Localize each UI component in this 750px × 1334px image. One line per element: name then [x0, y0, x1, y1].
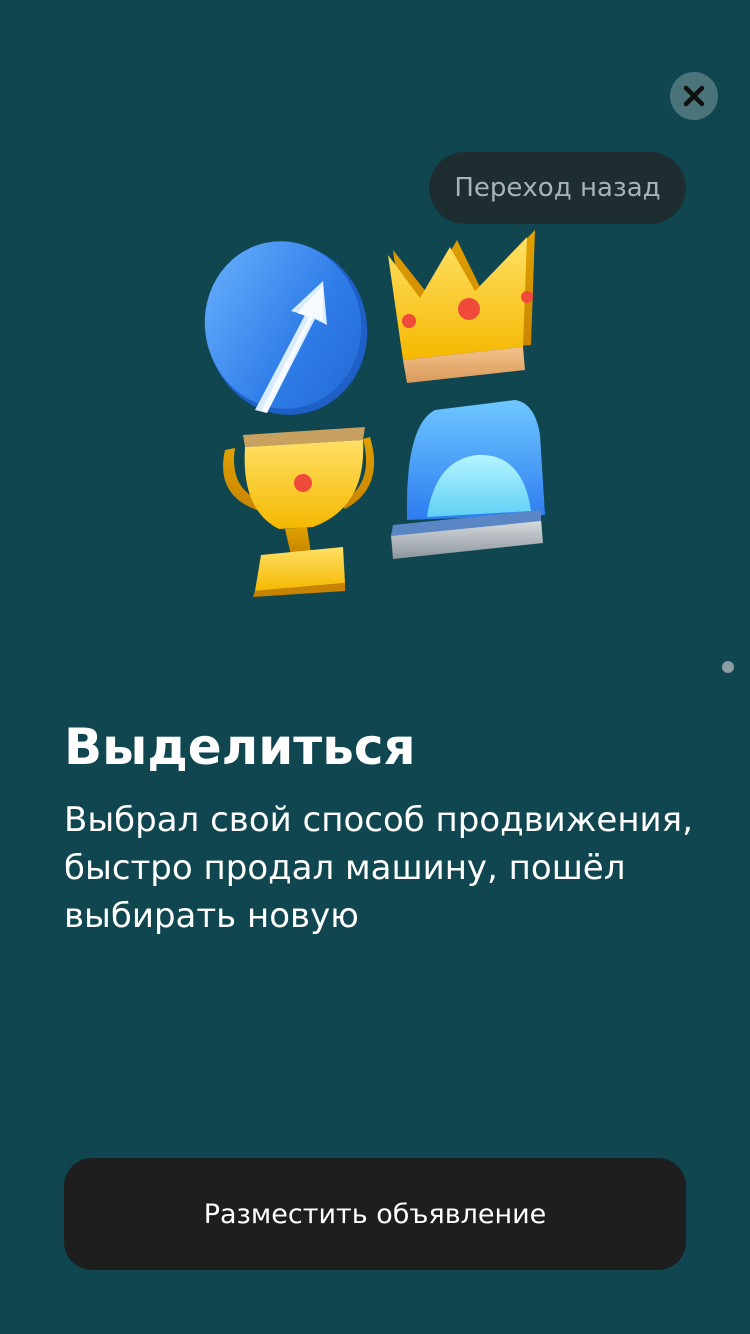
pager-indicator — [722, 661, 734, 673]
promotion-illustration — [204, 230, 545, 597]
page-description: Выбрал свой способ продвижения, быстро п… — [64, 800, 693, 936]
promo-onboarding-screen: Переход назад Выделиться Выбрал свой спо… — [0, 0, 750, 1334]
post-ad-button-label: Разместить объявление — [203, 1198, 547, 1230]
back-navigation-tooltip[interactable]: Переход назад — [429, 152, 686, 224]
close-icon — [683, 85, 705, 107]
back-tooltip-label: Переход назад — [454, 173, 661, 203]
beacon-light-icon — [391, 400, 545, 559]
close-button[interactable] — [670, 72, 718, 120]
post-ad-button[interactable]: Разместить объявление — [64, 1158, 686, 1270]
trophy-icon — [223, 427, 375, 597]
arrow-up-circle-icon — [204, 241, 368, 415]
page-title: Выделиться — [64, 718, 416, 776]
crown-icon — [388, 230, 535, 383]
